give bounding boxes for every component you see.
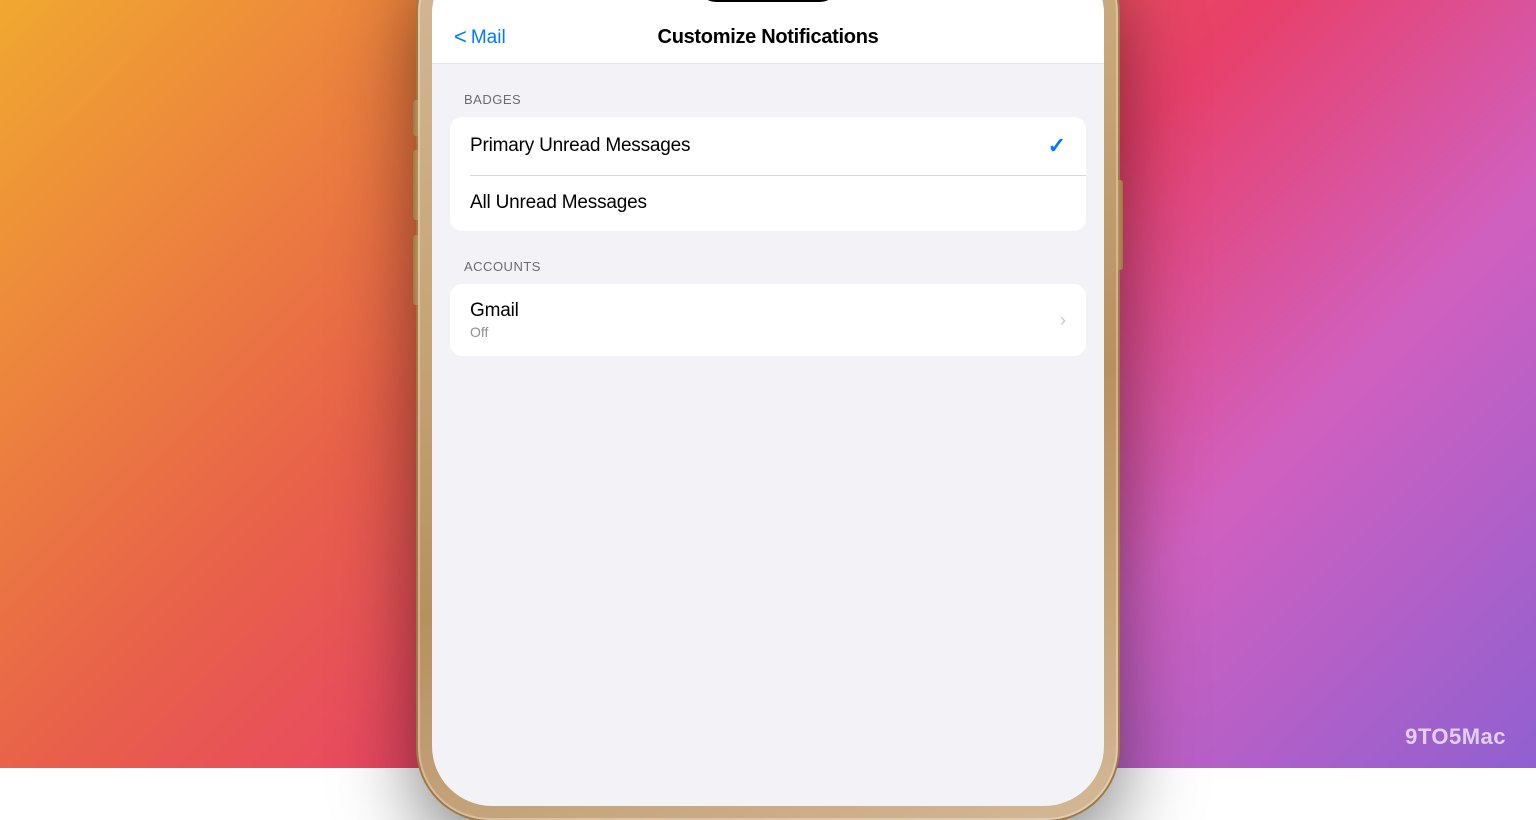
nav-bar: < Mail Customize Notifications [432,12,1104,64]
primary-unread-item[interactable]: Primary Unread Messages ✓ [450,117,1086,175]
badges-section-header: BADGES [432,92,1104,107]
content-area: BADGES Primary Unread Messages ✓ All Unr… [432,64,1104,412]
watermark: 9TO5Mac [1405,724,1506,750]
all-unread-item[interactable]: All Unread Messages [450,175,1086,231]
back-button[interactable]: < Mail [454,27,506,49]
volume-up-button [413,150,418,220]
phone-wrapper: 4:10 📶 [418,0,1118,820]
gmail-item[interactable]: Gmail Off › [450,284,1086,356]
volume-down-button [413,235,418,305]
status-bar: 4:10 📶 [432,0,1104,12]
primary-unread-label: Primary Unread Messages [470,135,690,157]
gmail-subtitle: Off [470,324,519,340]
accounts-section: ACCOUNTS Gmail Off › [432,259,1104,356]
back-label: Mail [471,27,506,49]
phone-frame: 4:10 📶 [418,0,1118,820]
phone-screen: 4:10 📶 [432,0,1104,806]
gmail-label: Gmail [470,300,519,322]
checkmark-icon: ✓ [1048,133,1066,159]
accounts-section-header: ACCOUNTS [432,259,1104,274]
page-title: Customize Notifications [658,26,879,49]
badges-section: BADGES Primary Unread Messages ✓ All Unr… [432,92,1104,231]
all-unread-label: All Unread Messages [470,192,647,214]
dynamic-island [698,0,838,2]
chevron-right-icon: › [1060,310,1066,331]
power-button [1118,180,1123,270]
badges-section-body: Primary Unread Messages ✓ All Unread Mes… [450,117,1086,231]
mute-button [413,100,418,136]
gmail-item-text-group: Gmail Off [470,300,519,340]
back-chevron-icon: < [454,26,467,48]
accounts-section-body: Gmail Off › [450,284,1086,356]
